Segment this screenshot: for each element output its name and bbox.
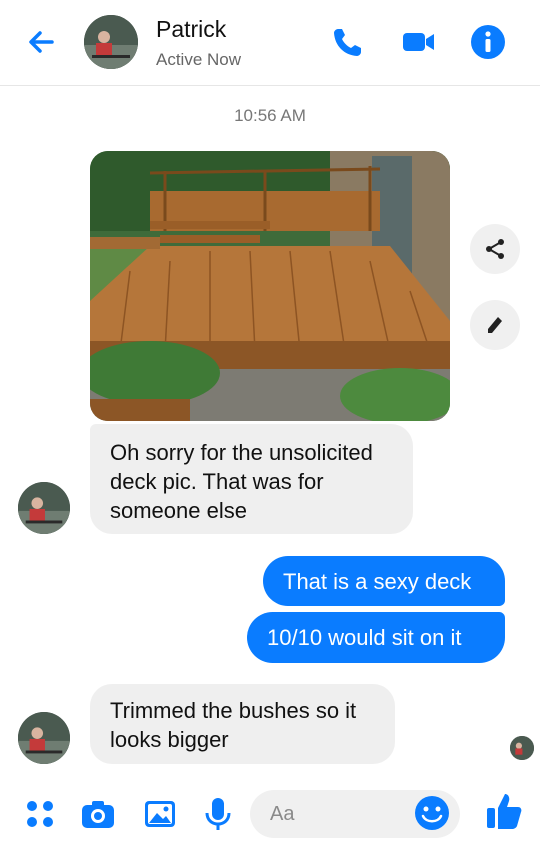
message-timestamp: 10:56 AM [234,106,306,125]
emoji-icon[interactable] [412,793,452,833]
deck-photo[interactable] [90,151,450,421]
sender-avatar[interactable] [18,482,70,534]
incoming-message[interactable]: Trimmed the bushes so it looks bigger [90,684,395,764]
contact-avatar[interactable] [84,15,138,69]
seen-indicator-avatar [510,736,534,760]
phone-icon[interactable] [330,24,366,60]
info-icon[interactable] [470,24,506,60]
edit-button[interactable] [470,300,520,350]
outgoing-message[interactable]: That is a sexy deck [263,556,505,606]
sender-avatar[interactable] [18,712,70,764]
outgoing-message[interactable]: 10/10 would sit on it [247,612,505,663]
active-status: Active Now [156,50,242,69]
video-camera-icon[interactable] [400,24,436,60]
menu-dots-icon[interactable] [22,796,58,832]
gallery-icon[interactable] [142,796,178,832]
microphone-icon[interactable] [200,796,236,832]
edit-pencil-icon [488,317,502,333]
share-icon [486,239,504,259]
conversation-header: Patrick Active Now [0,0,540,86]
message-composer: Aa [0,776,540,853]
thumbs-up-icon[interactable] [484,790,524,832]
camera-icon[interactable] [80,796,116,832]
share-button[interactable] [470,224,520,274]
incoming-message[interactable]: Oh sorry for the unsolicited deck pic. T… [90,424,413,534]
back-arrow-icon[interactable] [22,22,62,62]
contact-name[interactable]: Patrick [156,16,226,43]
